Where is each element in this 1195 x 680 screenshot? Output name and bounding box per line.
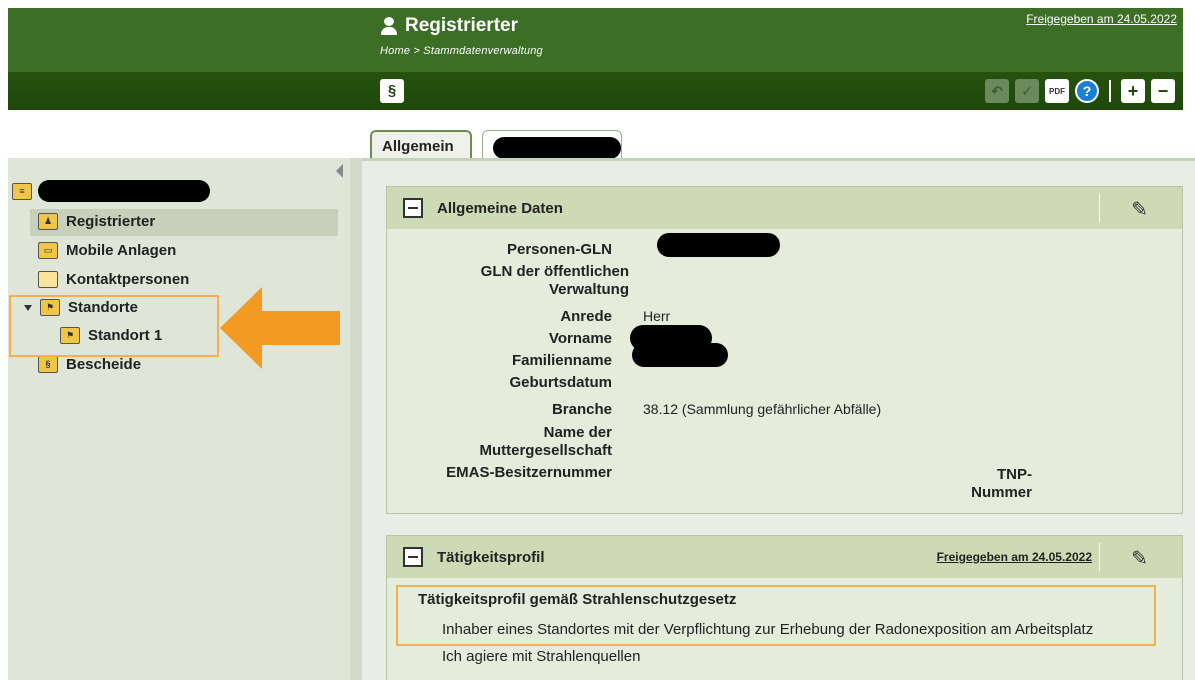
toolbar-icons: ↶ ✓ PDF ? + − xyxy=(985,79,1175,103)
undo-icon[interactable]: ↶ xyxy=(985,79,1009,103)
divider xyxy=(1099,543,1100,571)
label-familienname: Familienname xyxy=(511,352,612,369)
redaction xyxy=(657,233,780,257)
collapse-panel-icon[interactable] xyxy=(403,198,423,218)
label-anrede: Anrede xyxy=(560,308,612,325)
collapse-all-icon[interactable]: − xyxy=(1151,79,1175,103)
sidebar-item-label: Mobile Anlagen xyxy=(66,242,177,259)
redaction xyxy=(493,137,621,159)
panel-header: Allgemeine Daten ✎ xyxy=(387,187,1182,229)
activity-item: Ich agiere mit Strahlenquellen xyxy=(442,648,641,665)
divider xyxy=(1099,194,1100,222)
person-folder-icon: ♟ xyxy=(38,213,58,230)
help-icon[interactable]: ? xyxy=(1075,79,1099,103)
check-doc-icon[interactable]: ✓ xyxy=(1015,79,1039,103)
highlight-box-activity xyxy=(396,585,1156,646)
label-branche: Branche xyxy=(551,401,612,418)
collapse-panel-icon[interactable] xyxy=(403,547,423,567)
app-window: Registrierter Home > Stammdatenverwaltun… xyxy=(0,0,1195,680)
sidebar-item-label: Bescheide xyxy=(66,356,142,373)
header-title-area: Registrierter Home > Stammdatenverwaltun… xyxy=(380,15,543,57)
value-anrede: Herr xyxy=(643,308,671,324)
user-icon xyxy=(380,17,398,35)
label-tnp: TNP- Nummer xyxy=(971,466,1032,501)
panel-title: Tätigkeitsprofil xyxy=(437,548,545,566)
header-bar xyxy=(8,8,1183,72)
orange-arrow-icon xyxy=(220,287,340,369)
label-personen-gln: Personen-GLN xyxy=(506,241,612,258)
redaction xyxy=(38,180,210,202)
redaction xyxy=(632,343,728,367)
sidebar-item-bescheide[interactable]: § Bescheide xyxy=(38,356,141,373)
activity-release-link[interactable]: Freigegeben am 24.05.2022 xyxy=(937,550,1092,564)
paragraph-folder-icon: § xyxy=(38,356,58,373)
pdf-icon[interactable]: PDF xyxy=(1045,79,1069,103)
sidebar-item-label: Registrierter xyxy=(66,213,156,230)
edit-pencil-icon[interactable]: ✎ xyxy=(1131,546,1148,571)
highlight-box-standorte xyxy=(9,295,219,357)
expand-all-icon[interactable]: + xyxy=(1121,79,1145,103)
sidebar-item-registrierter[interactable]: ♟ Registrierter xyxy=(38,213,155,230)
label-geburtsdatum: Geburtsdatum xyxy=(509,374,612,391)
paragraph-button[interactable]: § xyxy=(380,79,404,103)
sidebar xyxy=(8,158,350,680)
edit-pencil-icon[interactable]: ✎ xyxy=(1131,197,1148,222)
value-branche: 38.12 (Sammlung gefährlicher Abfälle) xyxy=(643,401,882,417)
sidebar-item-kontaktpersonen[interactable]: Kontaktpersonen xyxy=(38,271,189,288)
tree-root[interactable]: ≡ xyxy=(12,180,210,202)
tab-allgemein[interactable]: Allgemein xyxy=(370,130,472,160)
folder-icon xyxy=(38,271,58,288)
page-title: Registrierter xyxy=(380,15,543,37)
toolbar-separator xyxy=(1109,80,1111,102)
sidebar-item-label: Kontaktpersonen xyxy=(66,271,190,288)
label-muttergesellschaft: Name der Muttergesellschaft xyxy=(479,424,612,459)
page-title-text: Registrierter xyxy=(405,15,518,36)
breadcrumb[interactable]: Home > Stammdatenverwaltung xyxy=(380,45,543,57)
panel-title: Allgemeine Daten xyxy=(437,199,563,217)
tab-redacted[interactable] xyxy=(482,130,622,160)
sidebar-item-mobile-anlagen[interactable]: ▭ Mobile Anlagen xyxy=(38,242,176,259)
panel-header: Tätigkeitsprofil Freigegeben am 24.05.20… xyxy=(387,536,1182,578)
sidebar-splitter[interactable] xyxy=(350,158,362,680)
truck-folder-icon: ▭ xyxy=(38,242,58,259)
release-link[interactable]: Freigegeben am 24.05.2022 xyxy=(1026,12,1177,26)
document-folder-icon: ≡ xyxy=(12,182,32,200)
label-gln-oeffentlich: GLN der öffentlichen Verwaltung xyxy=(480,263,629,298)
collapse-sidebar-icon[interactable] xyxy=(336,164,343,178)
label-vorname: Vorname xyxy=(548,330,612,347)
label-emas: EMAS-Besitzernummer xyxy=(446,464,612,481)
